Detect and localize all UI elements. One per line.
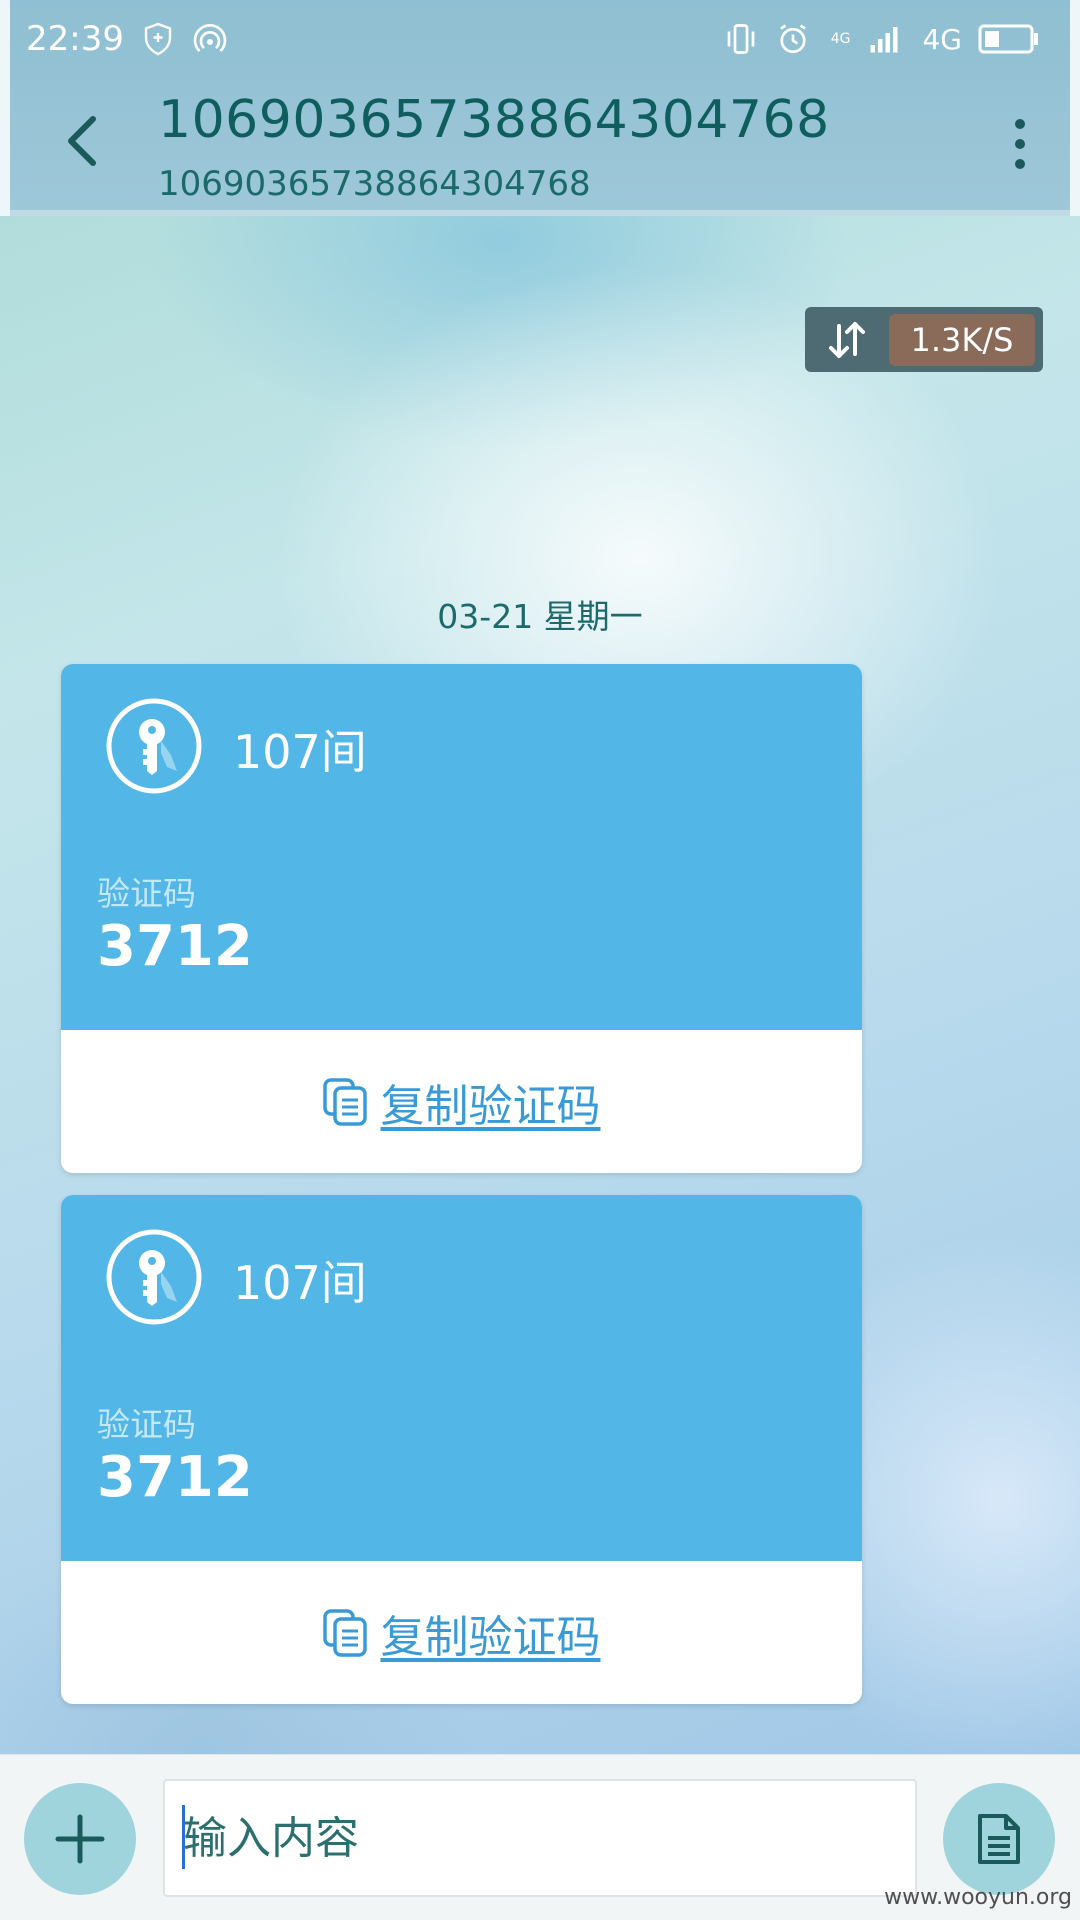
hotspot-icon <box>193 23 227 52</box>
verification-code-label: 验证码 <box>97 874 196 913</box>
conversation-subtitle: 10690365738864304768 <box>158 164 591 204</box>
verification-message-card[interactable]: 107间 验证码 3712 复制验证码 <box>61 1195 862 1704</box>
header: 22:39 4G <box>0 0 1080 216</box>
back-arrow-icon <box>68 116 96 166</box>
status-time: 22:39 <box>26 19 124 59</box>
network-speed-badge[interactable]: 1.3K/S <box>805 307 1043 372</box>
card-header: 107间 验证码 3712 <box>61 1195 862 1561</box>
key-icon <box>106 1229 202 1325</box>
copy-icon <box>322 1077 367 1126</box>
network-speed-value: 1.3K/S <box>889 313 1035 366</box>
sender-name: 107间 <box>233 1256 367 1310</box>
sender-name: 107间 <box>233 725 367 779</box>
verification-code-label: 验证码 <box>97 1405 196 1444</box>
network-type-label: 4G <box>922 22 962 56</box>
text-caret <box>182 1805 185 1869</box>
copy-code-label: 复制验证码 <box>380 1611 601 1663</box>
composer-bar: www.wooyun.org <box>0 1754 1080 1920</box>
watermark: www.wooyun.org <box>884 1885 1072 1910</box>
conversation-title: 106903657388643047​68 <box>158 90 830 150</box>
battery-icon <box>978 24 1038 54</box>
date-separator: 03-21 星期一 <box>437 597 643 636</box>
network-small-label: 4G <box>830 31 851 47</box>
copy-code-label: 复制验证码 <box>380 1080 601 1132</box>
alarm-icon <box>779 24 806 54</box>
status-bar: 22:39 4G 4G <box>10 0 1070 78</box>
key-icon <box>106 698 202 794</box>
verification-message-card[interactable]: 107间 验证码 3712 复制验证码 <box>61 664 862 1173</box>
document-icon <box>978 1814 1020 1864</box>
verification-code: 3712 <box>97 1445 253 1510</box>
back-button[interactable] <box>48 106 118 176</box>
copy-code-button[interactable]: 复制验证码 <box>61 1030 862 1173</box>
signal-icon <box>870 27 898 53</box>
more-options-button[interactable] <box>990 114 1050 174</box>
copy-icon <box>322 1608 367 1657</box>
more-vertical-icon <box>1015 119 1025 169</box>
template-button[interactable] <box>943 1783 1055 1895</box>
plus-icon <box>55 1814 105 1864</box>
attach-button[interactable] <box>24 1783 136 1895</box>
copy-code-button[interactable]: 复制验证码 <box>61 1561 862 1704</box>
card-header: 107间 验证码 3712 <box>61 664 862 1030</box>
message-input[interactable] <box>163 1779 917 1897</box>
sync-arrows-icon <box>829 321 865 358</box>
verification-code: 3712 <box>97 914 253 979</box>
vibrate-icon <box>727 24 755 54</box>
shield-icon <box>144 22 172 56</box>
app-bar: 106903657388643047​68 106903657388643047… <box>10 78 1070 216</box>
